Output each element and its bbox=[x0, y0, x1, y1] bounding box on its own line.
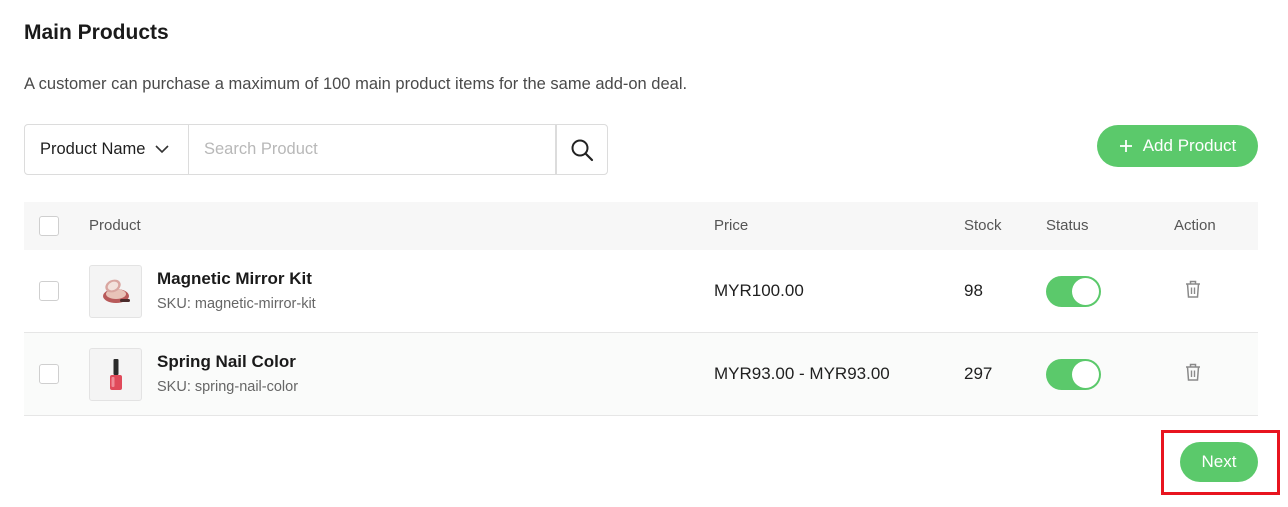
section-title: Main Products bbox=[24, 21, 169, 44]
plus-icon bbox=[1119, 139, 1133, 153]
product-sku: SKU: spring-nail-color bbox=[157, 379, 299, 395]
header-stock: Stock bbox=[964, 217, 1002, 234]
header-status: Status bbox=[1046, 217, 1089, 234]
search-input[interactable] bbox=[189, 124, 556, 175]
search-icon bbox=[570, 138, 594, 162]
search-bar: Product Name bbox=[24, 124, 608, 175]
header-action: Action bbox=[1174, 217, 1216, 234]
product-price: MYR100.00 bbox=[714, 281, 804, 300]
nail-polish-image bbox=[89, 348, 142, 401]
product-stock: 98 bbox=[964, 281, 983, 300]
table-row: Spring Nail Color SKU: spring-nail-color… bbox=[24, 333, 1258, 416]
product-name: Spring Nail Color bbox=[157, 352, 296, 371]
trash-icon[interactable] bbox=[1184, 362, 1202, 382]
toggle-knob bbox=[1072, 361, 1099, 388]
product-stock: 297 bbox=[964, 364, 993, 383]
table-header: Product Price Stock Status Action bbox=[24, 202, 1258, 250]
product-name: Magnetic Mirror Kit bbox=[157, 269, 312, 288]
next-button[interactable]: Next bbox=[1180, 442, 1258, 482]
header-product: Product bbox=[89, 217, 141, 234]
section-description: A customer can purchase a maximum of 100… bbox=[24, 75, 688, 93]
add-product-label: Add Product bbox=[1142, 136, 1237, 155]
chevron-down-icon bbox=[155, 145, 170, 154]
trash-icon[interactable] bbox=[1184, 279, 1202, 299]
search-button[interactable] bbox=[556, 124, 608, 175]
product-sku: SKU: magnetic-mirror-kit bbox=[157, 296, 316, 312]
table-row: Magnetic Mirror Kit SKU: magnetic-mirror… bbox=[24, 250, 1258, 333]
mirror-kit-image bbox=[89, 265, 142, 318]
row-checkbox[interactable] bbox=[39, 364, 59, 384]
toggle-knob bbox=[1072, 278, 1099, 305]
search-field-label: Product Name bbox=[40, 140, 146, 158]
add-product-button[interactable]: Add Product bbox=[1097, 125, 1258, 167]
search-field-select[interactable]: Product Name bbox=[24, 124, 189, 175]
status-toggle[interactable] bbox=[1046, 276, 1101, 307]
header-price: Price bbox=[714, 217, 749, 234]
select-all-checkbox[interactable] bbox=[39, 216, 59, 236]
row-checkbox[interactable] bbox=[39, 281, 59, 301]
products-table: Product Price Stock Status Action Magnet… bbox=[24, 202, 1258, 416]
status-toggle[interactable] bbox=[1046, 359, 1101, 390]
main-products-section: Main Products A customer can purchase a … bbox=[24, 0, 1280, 507]
product-price: MYR93.00 - MYR93.00 bbox=[714, 364, 890, 383]
